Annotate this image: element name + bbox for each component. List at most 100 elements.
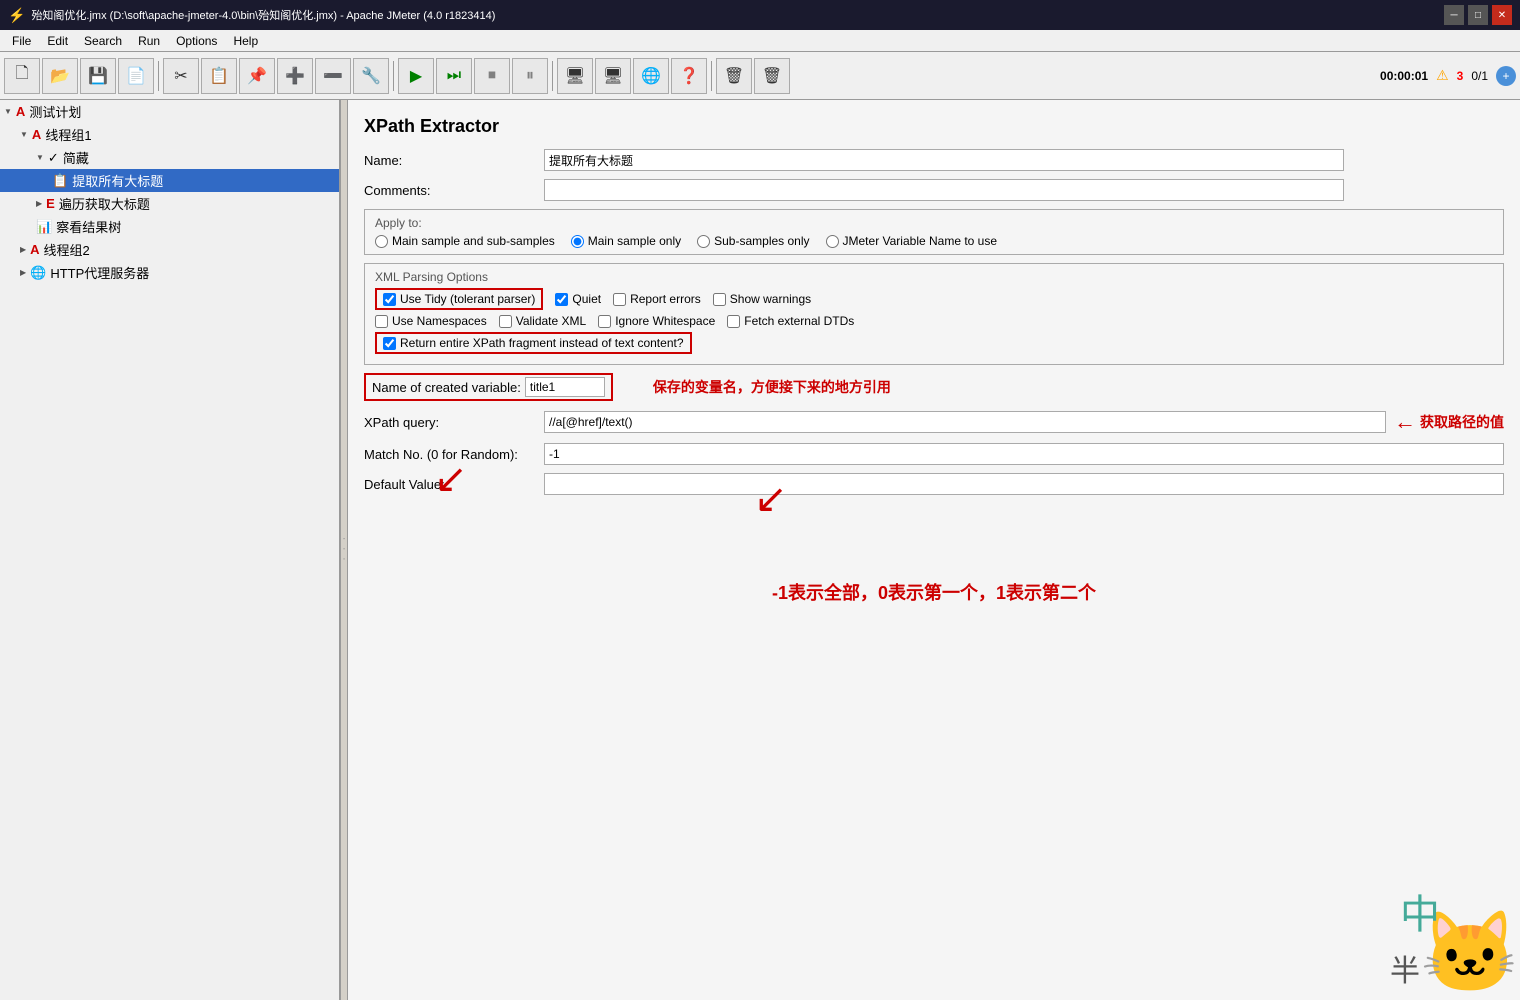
radio-main-sub[interactable]: Main sample and sub-samples: [375, 234, 555, 248]
variable-label: Name of created variable:: [372, 380, 521, 395]
expand-icon-col: ▼: [36, 153, 44, 162]
toolbar-right: 00:00:01 ⚠ 3 0/1 +: [1380, 66, 1516, 86]
tb-cut[interactable]: ✂: [163, 58, 199, 94]
annotation-bottom: -1表示全部，0表示第一个，1表示第二个: [364, 579, 1504, 605]
panel-title: XPath Extractor: [364, 116, 1504, 137]
menu-help[interactable]: Help: [225, 32, 266, 50]
report-errors-checkbox[interactable]: [613, 293, 626, 306]
tb-remote-all[interactable]: 🌐: [633, 58, 669, 94]
sidebar-item-threadgroup2[interactable]: ▶ A 线程组2: [0, 238, 339, 261]
tb-stop[interactable]: ⏹: [474, 58, 510, 94]
comments-label: Comments:: [364, 183, 544, 198]
tb-saveas[interactable]: 📄: [118, 58, 154, 94]
sidebar-item-traverse[interactable]: ▶ E 遍历获取大标题: [0, 192, 339, 215]
radio-sub-only[interactable]: Sub-samples only: [697, 234, 809, 248]
tb-copy[interactable]: 📋: [201, 58, 237, 94]
validate-xml-checkbox[interactable]: [499, 315, 512, 328]
run-count: 0/1: [1471, 69, 1488, 83]
radio-row: Main sample and sub-samples Main sample …: [375, 234, 1493, 248]
sidebar-item-extract[interactable]: 📋 提取所有大标题: [0, 169, 339, 192]
sidebar-item-httpproxy[interactable]: ▶ 🌐 HTTP代理服务器: [0, 261, 339, 284]
comments-input[interactable]: [544, 179, 1344, 201]
quiet-checkbox[interactable]: [555, 293, 568, 306]
minimize-button[interactable]: ─: [1444, 5, 1464, 25]
sidebar-item-testplan[interactable]: ▼ A 测试计划: [0, 100, 339, 123]
xpath-input[interactable]: [544, 411, 1386, 433]
return-fragment-checkbox[interactable]: [383, 337, 396, 350]
content-area: XPath Extractor Name: Comments: Apply to…: [348, 100, 1520, 1000]
tb-expand[interactable]: ➕: [277, 58, 313, 94]
xpath-label: XPath query:: [364, 415, 544, 430]
tb-start-no-pause[interactable]: ⏭: [436, 58, 472, 94]
annotation-arrow-xpath: ←: [1394, 409, 1416, 435]
tb-new[interactable]: 🗋: [4, 58, 40, 94]
variable-input[interactable]: [525, 377, 605, 397]
tb-shutdown[interactable]: ⏸: [512, 58, 548, 94]
add-circle-button[interactable]: +: [1496, 66, 1516, 86]
name-input[interactable]: [544, 149, 1344, 171]
comments-row: Comments:: [364, 179, 1504, 201]
menu-search[interactable]: Search: [76, 32, 130, 50]
matchno-input[interactable]: [544, 443, 1504, 465]
title-bar-controls: ─ □ ✕: [1444, 5, 1512, 25]
check-fetch-dtds[interactable]: Fetch external DTDs: [727, 314, 854, 328]
radio-jmeter-var[interactable]: JMeter Variable Name to use: [826, 234, 998, 248]
name-row: Name:: [364, 149, 1504, 171]
menu-run[interactable]: Run: [130, 32, 168, 50]
use-ns-checkbox[interactable]: [375, 315, 388, 328]
sidebar: ▼ A 测试计划 ▼ A 线程组1 ▼ ✓ 简藏 📋 提取所有大标题 ▶ E 遍…: [0, 100, 340, 1000]
menu-options[interactable]: Options: [168, 32, 225, 50]
sidebar-item-viewresult[interactable]: 📊 察看结果树: [0, 215, 339, 238]
sidebar-item-threadgroup1[interactable]: ▼ A 线程组1: [0, 123, 339, 146]
tb-remote-start[interactable]: 🖥: [557, 58, 593, 94]
tb-open[interactable]: 📂: [42, 58, 78, 94]
maximize-button[interactable]: □: [1468, 5, 1488, 25]
check-validate-xml[interactable]: Validate XML: [499, 314, 586, 328]
sidebar-item-collection[interactable]: ▼ ✓ 简藏: [0, 146, 339, 169]
check-use-ns[interactable]: Use Namespaces: [375, 314, 487, 328]
check-show-warnings[interactable]: Show warnings: [713, 292, 811, 306]
default-row: Default Value:: [364, 473, 1504, 495]
check-report-errors[interactable]: Report errors: [613, 292, 701, 306]
tree-icon-vr: 📊: [36, 219, 52, 235]
variable-name-highlighted: Name of created variable:: [364, 373, 613, 401]
error-count: 3: [1457, 69, 1464, 83]
default-input[interactable]: [544, 473, 1504, 495]
tb-clear-all[interactable]: 🗑: [754, 58, 790, 94]
sidebar-item-label-extract: 提取所有大标题: [72, 171, 163, 190]
tb-start[interactable]: ▶: [398, 58, 434, 94]
close-button[interactable]: ✕: [1492, 5, 1512, 25]
xml-options-group: XML Parsing Options Use Tidy (tolerant p…: [364, 263, 1504, 365]
tb-save[interactable]: 💾: [80, 58, 116, 94]
xml-options-title: XML Parsing Options: [375, 270, 1493, 284]
tree-icon-trav: E: [46, 196, 55, 211]
check-ignore-ws[interactable]: Ignore Whitespace: [598, 314, 715, 328]
use-tidy-checkbox[interactable]: [383, 293, 396, 306]
tb-help[interactable]: ❓: [671, 58, 707, 94]
check-quiet[interactable]: Quiet: [555, 292, 601, 306]
expand-icon-hp: ▶: [20, 268, 26, 277]
splitter[interactable]: · · ·: [340, 100, 348, 1000]
fetch-dtds-checkbox[interactable]: [727, 315, 740, 328]
ignore-ws-checkbox[interactable]: [598, 315, 611, 328]
radio-main-only[interactable]: Main sample only: [571, 234, 681, 248]
tb-sep3: [552, 61, 553, 91]
check-use-tidy[interactable]: Use Tidy (tolerant parser): [383, 292, 535, 306]
tb-collapse[interactable]: ➖: [315, 58, 351, 94]
menu-file[interactable]: File: [4, 32, 39, 50]
annotation-variable: 保存的变量名，方便接下来的地方引用: [653, 377, 891, 397]
expand-icon-trav: ▶: [36, 199, 42, 208]
show-warnings-checkbox[interactable]: [713, 293, 726, 306]
tree-icon-hp: 🌐: [30, 265, 46, 281]
warning-icon: ⚠: [1436, 67, 1449, 84]
tb-clear[interactable]: 🗑: [716, 58, 752, 94]
tb-remote-stop[interactable]: 🖥: [595, 58, 631, 94]
tb-toggle[interactable]: 🔧: [353, 58, 389, 94]
panel: XPath Extractor Name: Comments: Apply to…: [348, 100, 1520, 621]
check-return-fragment[interactable]: Return entire XPath fragment instead of …: [383, 336, 684, 350]
expand-icon-tg2: ▶: [20, 245, 26, 254]
expand-icon-tg1: ▼: [20, 130, 28, 139]
menu-edit[interactable]: Edit: [39, 32, 76, 50]
tb-paste[interactable]: 📌: [239, 58, 275, 94]
sidebar-item-label-col: 简藏: [63, 148, 89, 167]
